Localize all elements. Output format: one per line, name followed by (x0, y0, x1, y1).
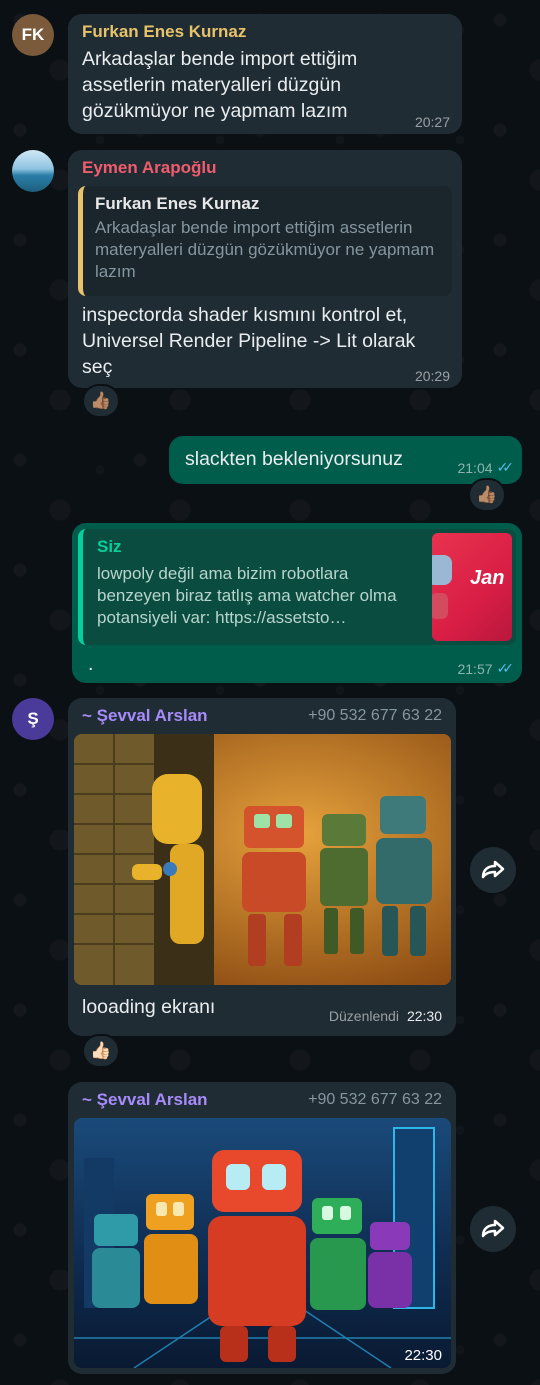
sender-phone: +90 532 677 63 22 (308, 707, 442, 724)
reaction-badge[interactable]: 👍🏽 (468, 478, 506, 512)
avatar-furkan[interactable]: FK (12, 14, 54, 56)
avatar-initials: Ş (27, 709, 39, 728)
message-time: 20:29 (414, 368, 450, 384)
quoted-text: lowpoly değil ama bizim robotlara benzey… (97, 564, 397, 627)
forward-icon[interactable] (470, 847, 516, 893)
quoted-sender: Furkan Enes Kurnaz (95, 194, 260, 213)
message-bubble[interactable]: Eymen Arapoğlu Furkan Enes Kurnaz Arkada… (68, 150, 462, 388)
forward-icon[interactable] (470, 1206, 516, 1252)
sender-name: Eymen Arapoğlu (82, 158, 217, 177)
thumbnail-title: Jan (470, 567, 505, 589)
reaction-badge[interactable]: 👍🏽 (82, 384, 120, 418)
robot-thumbnail-shape (432, 593, 448, 619)
message-time: 22:30 (406, 1008, 442, 1024)
quoted-content: Siz lowpoly değil ama bizim robotlara be… (83, 529, 428, 645)
sender-name: Furkan Enes Kurnaz (82, 22, 247, 41)
sender-phone: +90 532 677 63 22 (308, 1091, 442, 1108)
message-time-text: 21:04 (457, 459, 493, 476)
message-time: 20:27 (414, 114, 450, 130)
double-check-icon: ✓✓ (496, 660, 515, 676)
message-text: inspectorda shader kısmını kontrol et, U… (82, 304, 416, 378)
message-text: Arkadaşlar bende import ettiğim assetler… (82, 48, 358, 122)
edited-label: Düzenlendi (328, 1008, 399, 1024)
robot-illustration (74, 734, 451, 985)
avatar-initials: FK (21, 25, 45, 44)
robot-thumbnail-shape (432, 555, 452, 585)
double-check-icon: ✓✓ (496, 459, 515, 475)
thumbs-up-icon: 👍🏻 (90, 1041, 112, 1060)
message-text: . (88, 653, 94, 675)
message-bubble[interactable]: ~ Şevval Arslan +90 532 677 63 22 (68, 698, 456, 1036)
quoted-thumbnail: Jan (432, 533, 512, 641)
avatar-sevval[interactable]: Ş (12, 698, 54, 740)
image-attachment[interactable] (74, 1118, 451, 1368)
reaction-badge[interactable]: 👍🏻 (82, 1034, 120, 1068)
thumbs-up-icon: 👍🏽 (476, 485, 498, 504)
message-time-text: 21:57 (457, 660, 493, 677)
message-bubble-outgoing[interactable]: slackten bekleniyorsunuz 21:04 ✓✓ (169, 436, 522, 484)
image-attachment[interactable] (74, 734, 451, 985)
message-time: 21:04 ✓✓ (457, 459, 515, 476)
message-meta: Düzenlendi 22:30 (329, 1008, 442, 1024)
image-caption: looading ekranı (82, 996, 216, 1018)
forward-arrow-icon (481, 860, 505, 879)
message-time: 22:30 (404, 1347, 442, 1364)
message-bubble[interactable]: ~ Şevval Arslan +90 532 677 63 22 (68, 1082, 456, 1374)
avatar-eymen[interactable] (12, 150, 54, 192)
quoted-sender: Siz (97, 537, 122, 556)
quoted-message[interactable]: Siz lowpoly değil ama bizim robotlara be… (78, 529, 516, 645)
robot-group-illustration (74, 1118, 451, 1368)
message-time: 21:57 ✓✓ (457, 660, 515, 677)
message-bubble-outgoing[interactable]: Siz lowpoly değil ama bizim robotlara be… (72, 523, 522, 683)
forward-arrow-icon (481, 1219, 505, 1238)
thumbs-up-icon: 👍🏽 (90, 391, 112, 410)
quoted-text: Arkadaşlar bende import ettiğim assetler… (95, 218, 435, 281)
message-bubble[interactable]: Furkan Enes Kurnaz Arkadaşlar bende impo… (68, 14, 462, 134)
quoted-message[interactable]: Furkan Enes Kurnaz Arkadaşlar bende impo… (78, 186, 452, 296)
sender-name: ~ Şevval Arslan (82, 706, 208, 725)
sender-name: ~ Şevval Arslan (82, 1090, 208, 1109)
